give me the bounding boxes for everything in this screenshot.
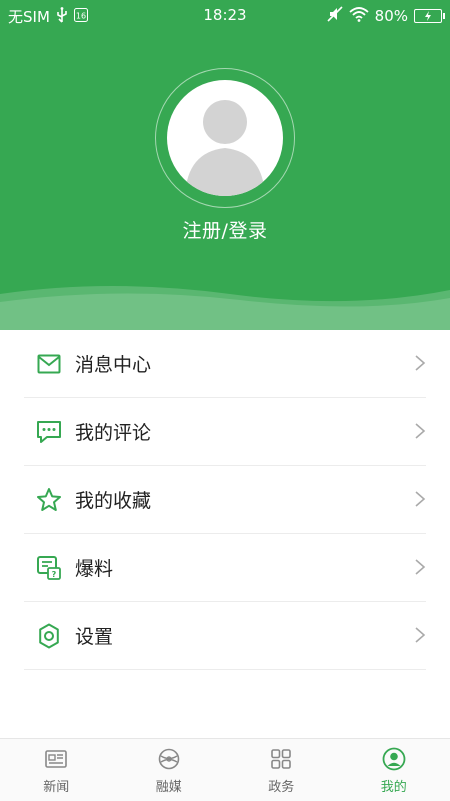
tab-mine[interactable]: 我的 [338,739,450,801]
battery-percent: 80% [375,7,408,25]
tab-news[interactable]: 新闻 [0,739,113,801]
menu-item-settings[interactable]: 设置 [24,602,426,670]
menu-item-label: 我的收藏 [75,486,151,513]
login-register-link[interactable]: 注册/登录 [0,216,450,243]
menu-item-label: 消息中心 [75,350,151,377]
tip-off-icon: ? [36,555,62,581]
chevron-right-icon [414,558,426,576]
chevron-right-icon [414,354,426,372]
profile-icon [382,747,406,771]
news-icon [44,747,68,771]
avatar[interactable] [167,80,283,196]
menu-item-messages[interactable]: 消息中心 [24,330,426,398]
menu-item-label: 爆料 [75,554,113,581]
tab-label: 新闻 [43,776,69,795]
chevron-right-icon [414,422,426,440]
menu-item-tip-off[interactable]: ? 爆料 [24,534,426,602]
menu-item-comments[interactable]: 我的评论 [24,398,426,466]
comment-icon [36,419,62,445]
mute-icon [327,6,343,26]
profile-menu: 消息中心 我的评论 我的收藏 ? 爆料 设置 [0,330,450,670]
svg-text:?: ? [52,570,57,579]
star-icon [36,487,62,513]
chevron-right-icon [414,626,426,644]
bottom-tab-bar: 新闻 融媒 政务 我的 [0,738,450,801]
status-bar: 无SIM 16 18:23 80% [0,0,450,32]
battery-icon [414,9,442,23]
mail-icon [36,351,62,377]
menu-item-label: 设置 [75,622,113,649]
grid-icon [269,747,293,771]
wifi-icon [349,6,369,26]
menu-item-favorites[interactable]: 我的收藏 [24,466,426,534]
menu-item-label: 我的评论 [75,418,151,445]
profile-header: 无SIM 16 18:23 80% 注册/登 [0,0,450,330]
settings-icon [36,623,62,649]
tab-label: 我的 [381,776,407,795]
tab-label: 融媒 [156,776,182,795]
chevron-right-icon [414,490,426,508]
default-avatar-icon [167,80,283,196]
tab-label: 政务 [268,776,294,795]
tab-media[interactable]: 融媒 [113,739,226,801]
tab-government[interactable]: 政务 [225,739,338,801]
status-right: 80% [327,6,442,26]
header-wave [0,280,450,330]
media-icon [157,747,181,771]
